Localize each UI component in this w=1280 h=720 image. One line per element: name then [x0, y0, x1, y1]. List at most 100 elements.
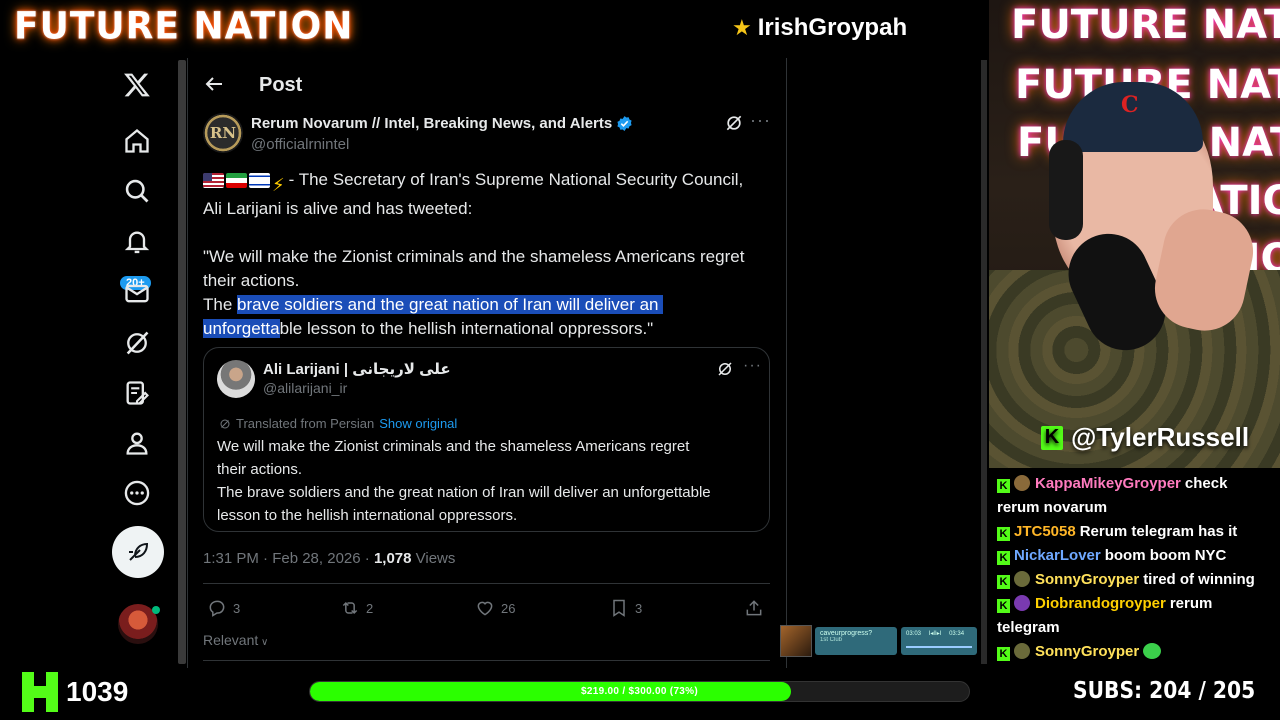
reply-sort-dropdown[interactable]: Relevant ∨: [203, 632, 268, 648]
x-logo-icon[interactable]: [112, 60, 162, 110]
divider: [203, 583, 770, 584]
author-avatar[interactable]: RN: [203, 113, 243, 153]
cam-username-text: @TylerRussell: [1071, 422, 1250, 452]
chat-username[interactable]: KappaMikeyGroyper: [1035, 475, 1181, 492]
track-progress: [906, 646, 972, 648]
donation-goal-text: $219.00 / $300.00 (73%): [581, 686, 698, 697]
quoted-line-3: The brave soldiers and the great nation …: [217, 484, 711, 501]
bookmark-count: 3: [635, 600, 643, 616]
quoted-author-avatar[interactable]: [217, 360, 255, 398]
share-button[interactable]: [744, 598, 764, 618]
profile-icon[interactable]: [112, 418, 162, 468]
heart-icon: [477, 601, 493, 616]
quoted-post-card[interactable]: Ali Larijani | علی لاریجانی @alilarijani…: [203, 347, 770, 532]
x-app-window: 20+ Post RN Rerum Novarum // Intel, Brea: [0, 58, 987, 668]
search-icon[interactable]: [112, 166, 162, 216]
kick-badge-icon: K: [997, 599, 1010, 613]
quoted-author-name[interactable]: Ali Larijani | علی لاریجانی: [263, 360, 451, 378]
post-timestamp[interactable]: 1:31 PM · Feb 28, 2026 ·: [203, 550, 374, 567]
chat-message: K KappaMikeyGroyper check rerum novarum: [997, 472, 1272, 520]
notifications-icon[interactable]: [112, 217, 162, 267]
repost-button[interactable]: 2: [340, 598, 373, 618]
post-text-line-3: "We will make the Zionist criminals and …: [203, 247, 745, 266]
selected-text: unforgetta: [203, 319, 280, 338]
more-circle-icon[interactable]: [112, 468, 162, 518]
quoted-author-handle[interactable]: @alilarijani_ir: [263, 380, 347, 396]
chat-username[interactable]: Diobrandogroyper: [1035, 595, 1166, 612]
chat-username[interactable]: SonnyGroyper: [1035, 643, 1139, 660]
track-player: 03:03 I◂II▸I 03:34: [901, 627, 977, 655]
bookmark-icon: [613, 599, 625, 617]
bookmark-button[interactable]: 3: [609, 598, 642, 618]
chat-message: K SonnyGroyper tired of winning: [997, 568, 1272, 592]
quoted-line-1: We will make the Zionist criminals and t…: [217, 438, 690, 455]
post-metadata: 1:31 PM · Feb 28, 2026 · 1,078 Views: [203, 550, 455, 567]
reply-button[interactable]: 3: [207, 598, 240, 618]
messages-icon[interactable]: [112, 268, 162, 318]
chat-username[interactable]: NickarLover: [1014, 547, 1101, 564]
post-text-line-5-pre: The: [203, 295, 238, 314]
headphones: [1049, 140, 1083, 240]
user-badge-icon: [1014, 643, 1030, 659]
more-options-icon[interactable]: ···: [750, 111, 770, 133]
chat-username[interactable]: JTC5058: [1014, 523, 1076, 540]
iran-flag-icon: [226, 173, 247, 188]
translated-label: Translated from Persian: [236, 416, 375, 431]
sub-counter: SUBS: 204 / 205: [1073, 678, 1255, 704]
user-badge-icon: [1014, 595, 1030, 611]
author-name-text[interactable]: Rerum Novarum // Intel, Breaking News, a…: [251, 115, 612, 132]
stream-bottom-bar: 1039 $219.00 / $300.00 (73%) SUBS: 204 /…: [0, 668, 1280, 720]
lightning-icon: ⚡: [272, 175, 285, 195]
user-badge-icon: [1014, 475, 1030, 491]
translation-note: Translated from Persian Show original: [219, 416, 457, 431]
track-card: caveurprogress? 1st Club: [815, 627, 897, 655]
viewer-count: 1039: [66, 676, 129, 707]
user-badge-icon: [1014, 571, 1030, 587]
home-icon[interactable]: [112, 116, 162, 166]
post-text-line-6-post: ble lesson to the hellish international …: [279, 319, 654, 338]
show-original-link[interactable]: Show original: [379, 416, 457, 431]
subs-value: 204 / 205: [1149, 678, 1256, 704]
chat-message: K SonnyGroyper: [997, 640, 1272, 664]
author-name[interactable]: Rerum Novarum // Intel, Breaking News, a…: [251, 115, 633, 132]
kick-badge-icon: K: [997, 647, 1010, 661]
track-elapsed: 03:03: [906, 631, 922, 637]
author-handle[interactable]: @officialrnintel: [251, 136, 349, 153]
right-scrollbar[interactable]: [981, 60, 987, 664]
post-actions: 3 2 26 3: [203, 598, 770, 622]
neon-sign-text: FUTURE NATION: [1011, 2, 1280, 48]
verified-badge-icon: [617, 116, 632, 131]
kick-badge-icon: K: [997, 527, 1010, 541]
more-options-icon[interactable]: ···: [743, 358, 762, 374]
feather-icon: [129, 542, 149, 561]
quoted-line-4: lesson to the hellish international oppr…: [217, 507, 518, 524]
star-icon: ★: [732, 15, 752, 40]
chat-text: boom boom NYC: [1104, 547, 1227, 564]
donation-goal-bar: $219.00 / $300.00 (73%): [309, 681, 970, 702]
webcam-feed: FUTURE NATION FUTURE NATION FUTURE NATIO…: [989, 0, 1280, 468]
grok-explain-icon[interactable]: [724, 113, 744, 133]
chat-message: K NickarLover boom boom NYC: [997, 544, 1272, 568]
like-count: 26: [501, 600, 516, 616]
streamer-label: IrishGroypah: [757, 14, 908, 41]
grok-icon[interactable]: [112, 318, 162, 368]
views-count: 1,078: [373, 550, 412, 567]
articles-icon[interactable]: [112, 368, 162, 418]
player-controls-icon: I◂II▸I: [928, 631, 942, 637]
account-avatar[interactable]: [118, 604, 160, 644]
column-divider: [786, 58, 787, 668]
left-scrollbar[interactable]: [178, 60, 186, 664]
quoted-line-2: their actions.: [217, 461, 303, 478]
chat-username[interactable]: SonnyGroyper: [1035, 571, 1139, 588]
track-title: caveurprogress?: [820, 630, 873, 637]
post-blank-line: [203, 221, 773, 245]
grok-explain-icon[interactable]: [716, 360, 734, 378]
streamer-name: ★ IrishGroypah: [732, 14, 907, 42]
back-arrow-icon[interactable]: [202, 72, 226, 96]
like-button[interactable]: 26: [475, 598, 515, 618]
reply-icon: [209, 600, 225, 617]
us-flag-icon: [203, 173, 224, 188]
kick-badge-icon: K: [997, 551, 1010, 565]
compose-post-button[interactable]: [112, 526, 164, 578]
selected-text: brave soldiers and the great nation of I…: [237, 295, 664, 314]
